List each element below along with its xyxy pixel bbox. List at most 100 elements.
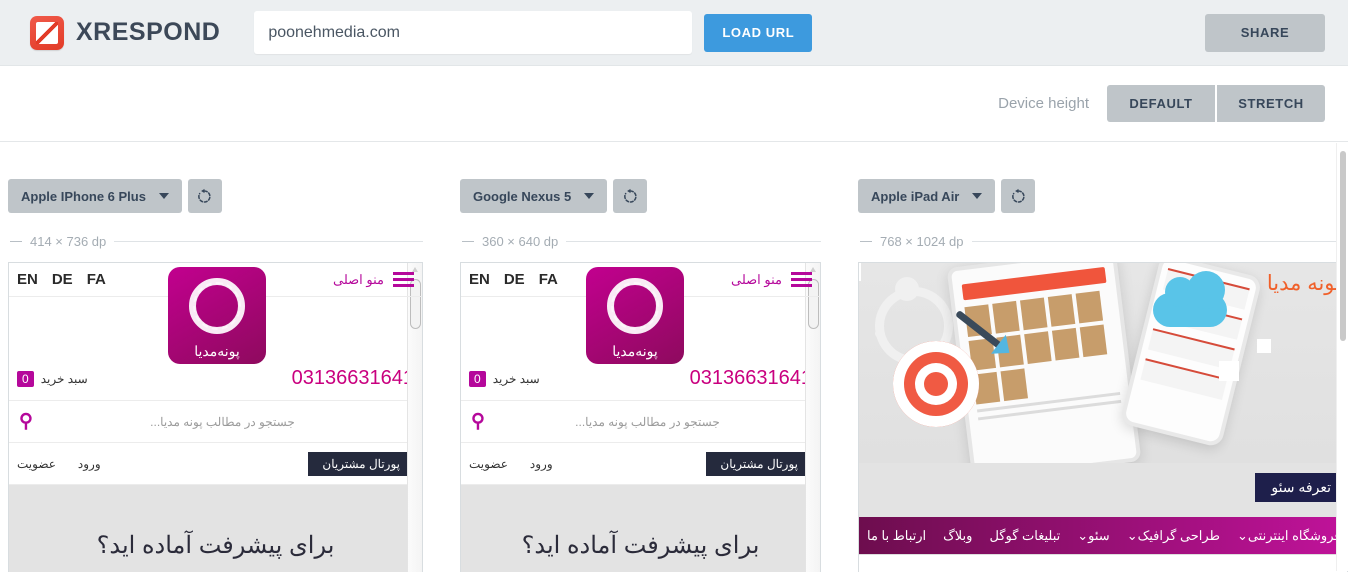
tablet-hero: پونه مدیا bbox=[859, 263, 1347, 463]
cloud-icon bbox=[1153, 293, 1227, 327]
device-preview-area: Apple IPhone 6 Plus 414 × 736 dp EN DE F… bbox=[0, 143, 1348, 571]
signup-link[interactable]: عضویت bbox=[469, 457, 508, 471]
search-placeholder: جستجو در مطالب پونه مدیا... bbox=[485, 415, 810, 429]
rotate-icon bbox=[1010, 188, 1027, 205]
tablet-subbar: تعرفه سئو bbox=[859, 463, 1347, 517]
preview-frame-iphone6plus[interactable]: EN DE FA منو اصلی پونه‌مدیا 0 سبد خرید bbox=[8, 262, 423, 572]
site-auth-row: ورود عضویت پورتال مشتریان bbox=[9, 443, 422, 485]
lang-de[interactable]: DE bbox=[52, 271, 73, 288]
url-input[interactable] bbox=[254, 11, 692, 54]
lang-en[interactable]: EN bbox=[469, 271, 490, 288]
page-scrollbar[interactable] bbox=[1336, 143, 1348, 571]
target-icon bbox=[893, 341, 979, 427]
customer-portal-button[interactable]: پورتال مشتریان bbox=[706, 452, 812, 476]
dash-marker bbox=[10, 241, 22, 242]
mockup-product-grid bbox=[964, 290, 1119, 405]
nav-item-graphic-design[interactable]: طراحی گرافیک⌄ bbox=[1127, 528, 1220, 544]
auth-links: ورود عضویت bbox=[469, 457, 553, 471]
main-menu-toggle[interactable]: منو اصلی bbox=[731, 272, 812, 288]
tablet-page-body bbox=[859, 554, 1347, 572]
cart-widget[interactable]: 0 سبد خرید bbox=[469, 371, 540, 387]
brand: XRESPOND bbox=[30, 16, 220, 50]
tablet-hero-title: پونه مدیا bbox=[1267, 271, 1341, 296]
nav-item-google-ads[interactable]: تبلیغات گوگل bbox=[989, 528, 1060, 544]
nav-item-contact-us[interactable]: ارتباط با ما bbox=[867, 528, 926, 544]
site-logo[interactable]: پونه‌مدیا bbox=[168, 267, 266, 364]
signup-link[interactable]: عضویت bbox=[17, 457, 56, 471]
measure-rule bbox=[566, 241, 821, 242]
panel-dimensions-row: 414 × 736 dp bbox=[8, 234, 423, 249]
site-logo-text: پونه‌مدیا bbox=[194, 343, 240, 360]
measure-rule bbox=[114, 241, 423, 242]
rotate-button-nexus5[interactable] bbox=[613, 179, 647, 213]
panel-header: Apple iPad Air bbox=[858, 143, 1348, 213]
site-search-row[interactable]: ⚲ جستجو در مطالب پونه مدیا... bbox=[9, 401, 422, 443]
device-select-nexus5[interactable]: Google Nexus 5 bbox=[460, 179, 607, 213]
panel-dimensions: 360 × 640 dp bbox=[482, 234, 558, 249]
decor-square-icon bbox=[859, 263, 861, 281]
panel-header: Apple IPhone 6 Plus bbox=[8, 143, 423, 213]
decor-square-icon bbox=[1219, 361, 1239, 381]
cart-label: سبد خرید bbox=[493, 372, 540, 386]
rotate-button-ipadair[interactable] bbox=[1001, 179, 1035, 213]
site-logo[interactable]: پونه‌مدیا bbox=[586, 267, 684, 364]
device-select-iphone6plus[interactable]: Apple IPhone 6 Plus bbox=[8, 179, 182, 213]
main-menu-label: منو اصلی bbox=[333, 272, 384, 288]
device-height-default-button[interactable]: DEFAULT bbox=[1107, 85, 1215, 122]
rotate-button-iphone6plus[interactable] bbox=[188, 179, 222, 213]
device-select-label: Google Nexus 5 bbox=[473, 189, 571, 204]
decor-square-icon bbox=[1257, 339, 1271, 353]
page-scrollbar-thumb[interactable] bbox=[1340, 151, 1346, 341]
device-panel-ipadair: Apple iPad Air 768 × 1024 dp bbox=[858, 143, 1348, 572]
panel-dimensions: 414 × 736 dp bbox=[30, 234, 106, 249]
brand-name: XRESPOND bbox=[76, 18, 220, 47]
tablet-main-nav: فروشگاه اینترنتی⌄ طراحی گرافیک⌄ سئو⌄ تبل… bbox=[859, 517, 1347, 554]
lang-fa[interactable]: FA bbox=[539, 271, 558, 288]
preview-scrollbar[interactable] bbox=[407, 263, 422, 572]
hamburger-icon bbox=[393, 272, 414, 287]
share-button[interactable]: SHARE bbox=[1205, 14, 1325, 52]
device-select-label: Apple iPad Air bbox=[871, 189, 959, 204]
preview-frame-nexus5[interactable]: EN DE FA منو اصلی پونه‌مدیا 0 سبد خرید bbox=[460, 262, 821, 572]
chevron-down-icon bbox=[584, 193, 594, 199]
device-height-segmented-control: DEFAULT STRETCH bbox=[1107, 85, 1325, 122]
braided-ring-icon bbox=[607, 278, 663, 334]
language-switcher: EN DE FA bbox=[17, 271, 106, 288]
decor-dot-icon bbox=[875, 329, 884, 338]
seo-tariff-button[interactable]: تعرفه سئو bbox=[1255, 473, 1347, 502]
cart-widget[interactable]: 0 سبد خرید bbox=[17, 371, 88, 387]
phone-number[interactable]: 03136631641 bbox=[690, 367, 812, 390]
lang-de[interactable]: DE bbox=[504, 271, 525, 288]
device-height-label: Device height bbox=[998, 95, 1089, 112]
search-icon[interactable]: ⚲ bbox=[471, 410, 485, 433]
language-switcher: EN DE FA bbox=[469, 271, 558, 288]
search-icon[interactable]: ⚲ bbox=[19, 410, 33, 433]
load-url-button[interactable]: LOAD URL bbox=[704, 14, 812, 52]
device-select-ipadair[interactable]: Apple iPad Air bbox=[858, 179, 995, 213]
device-select-label: Apple IPhone 6 Plus bbox=[21, 189, 146, 204]
dash-marker bbox=[462, 241, 474, 242]
customer-portal-button[interactable]: پورتال مشتریان bbox=[308, 452, 414, 476]
decor-dot-icon bbox=[895, 277, 919, 301]
login-link[interactable]: ورود bbox=[530, 457, 553, 471]
panel-dimensions-row: 360 × 640 dp bbox=[460, 234, 821, 249]
preview-scrollbar[interactable] bbox=[805, 263, 820, 572]
nav-item-online-shop[interactable]: فروشگاه اینترنتی⌄ bbox=[1237, 528, 1341, 544]
lang-en[interactable]: EN bbox=[17, 271, 38, 288]
measure-rule bbox=[972, 241, 1348, 242]
dash-marker bbox=[860, 241, 872, 242]
main-menu-toggle[interactable]: منو اصلی bbox=[333, 272, 414, 288]
chevron-down-icon bbox=[972, 193, 982, 199]
panel-dimensions: 768 × 1024 dp bbox=[880, 234, 964, 249]
phone-number[interactable]: 03136631641 bbox=[292, 367, 414, 390]
lang-fa[interactable]: FA bbox=[87, 271, 106, 288]
login-link[interactable]: ورود bbox=[78, 457, 101, 471]
device-height-stretch-button[interactable]: STRETCH bbox=[1217, 85, 1325, 122]
nav-item-blog[interactable]: وبلاگ bbox=[943, 528, 972, 544]
site-hero: برای پیشرفت آماده اید؟ bbox=[461, 485, 820, 572]
preview-frame-ipadair[interactable]: پونه مدیا تعرفه سئو فروشگاه اینترنتی⌄ طر… bbox=[858, 262, 1348, 572]
site-logo-text: پونه‌مدیا bbox=[612, 343, 658, 360]
panel-header: Google Nexus 5 bbox=[460, 143, 821, 213]
nav-item-seo[interactable]: سئو⌄ bbox=[1077, 528, 1109, 544]
site-search-row[interactable]: ⚲ جستجو در مطالب پونه مدیا... bbox=[461, 401, 820, 443]
